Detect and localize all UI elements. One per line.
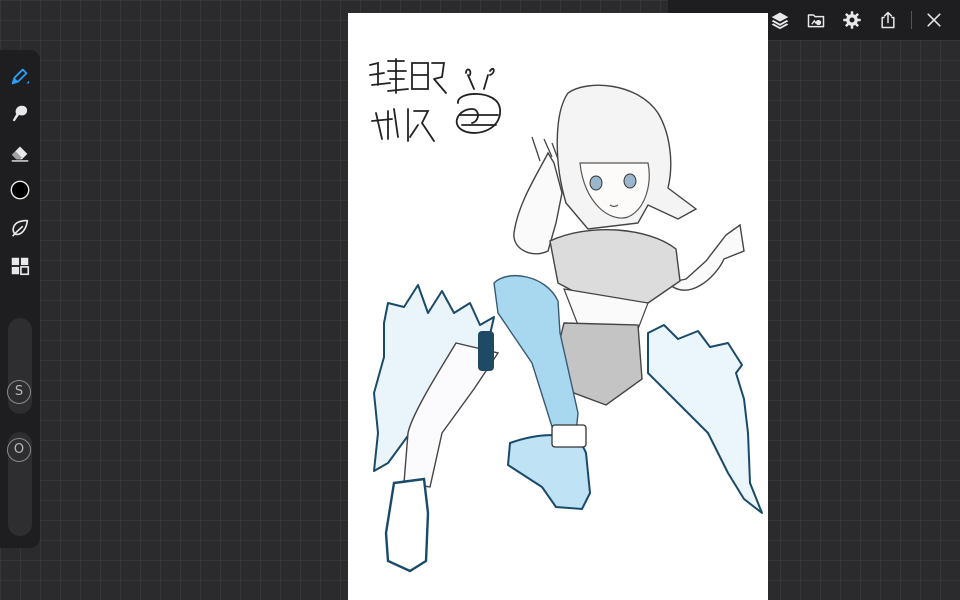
share-icon (881, 11, 895, 29)
brush-icon (11, 68, 30, 85)
smudge-icon (12, 105, 28, 122)
color-swatch-icon (10, 180, 30, 200)
layers-icon (771, 12, 789, 30)
layers-button[interactable] (768, 8, 792, 32)
smudge-tool[interactable] (6, 100, 34, 128)
lasso-tool[interactable] (6, 214, 34, 242)
brush-size-slider[interactable]: S (7, 318, 32, 414)
grid-icon (11, 257, 30, 276)
raised-leg (493, 275, 579, 434)
eraser-icon (11, 146, 29, 162)
boot-left (384, 477, 430, 573)
left-toolbar: S O (0, 50, 40, 548)
right-wing (647, 324, 763, 514)
opacity-slider-handle[interactable]: O (7, 438, 31, 462)
gallery-icon (807, 14, 825, 28)
thigh-strap (478, 331, 494, 371)
grid-tool[interactable] (6, 252, 34, 280)
share-button[interactable] (876, 8, 900, 32)
close-button[interactable] (922, 8, 946, 32)
settings-button[interactable] (840, 8, 864, 32)
gallery-button[interactable] (804, 8, 828, 32)
brush-tool[interactable] (6, 62, 34, 90)
lasso-icon (12, 219, 29, 237)
color-tool[interactable] (6, 176, 34, 204)
eraser-tool[interactable] (6, 138, 34, 166)
gear-icon (843, 11, 861, 29)
size-slider-handle[interactable]: S (7, 380, 31, 404)
artwork (369, 58, 763, 573)
drawing-canvas[interactable] (348, 13, 768, 600)
opacity-slider[interactable]: O (7, 432, 32, 536)
signature-sketch (369, 58, 501, 142)
close-icon (927, 13, 941, 27)
toolbar-divider (911, 11, 912, 29)
